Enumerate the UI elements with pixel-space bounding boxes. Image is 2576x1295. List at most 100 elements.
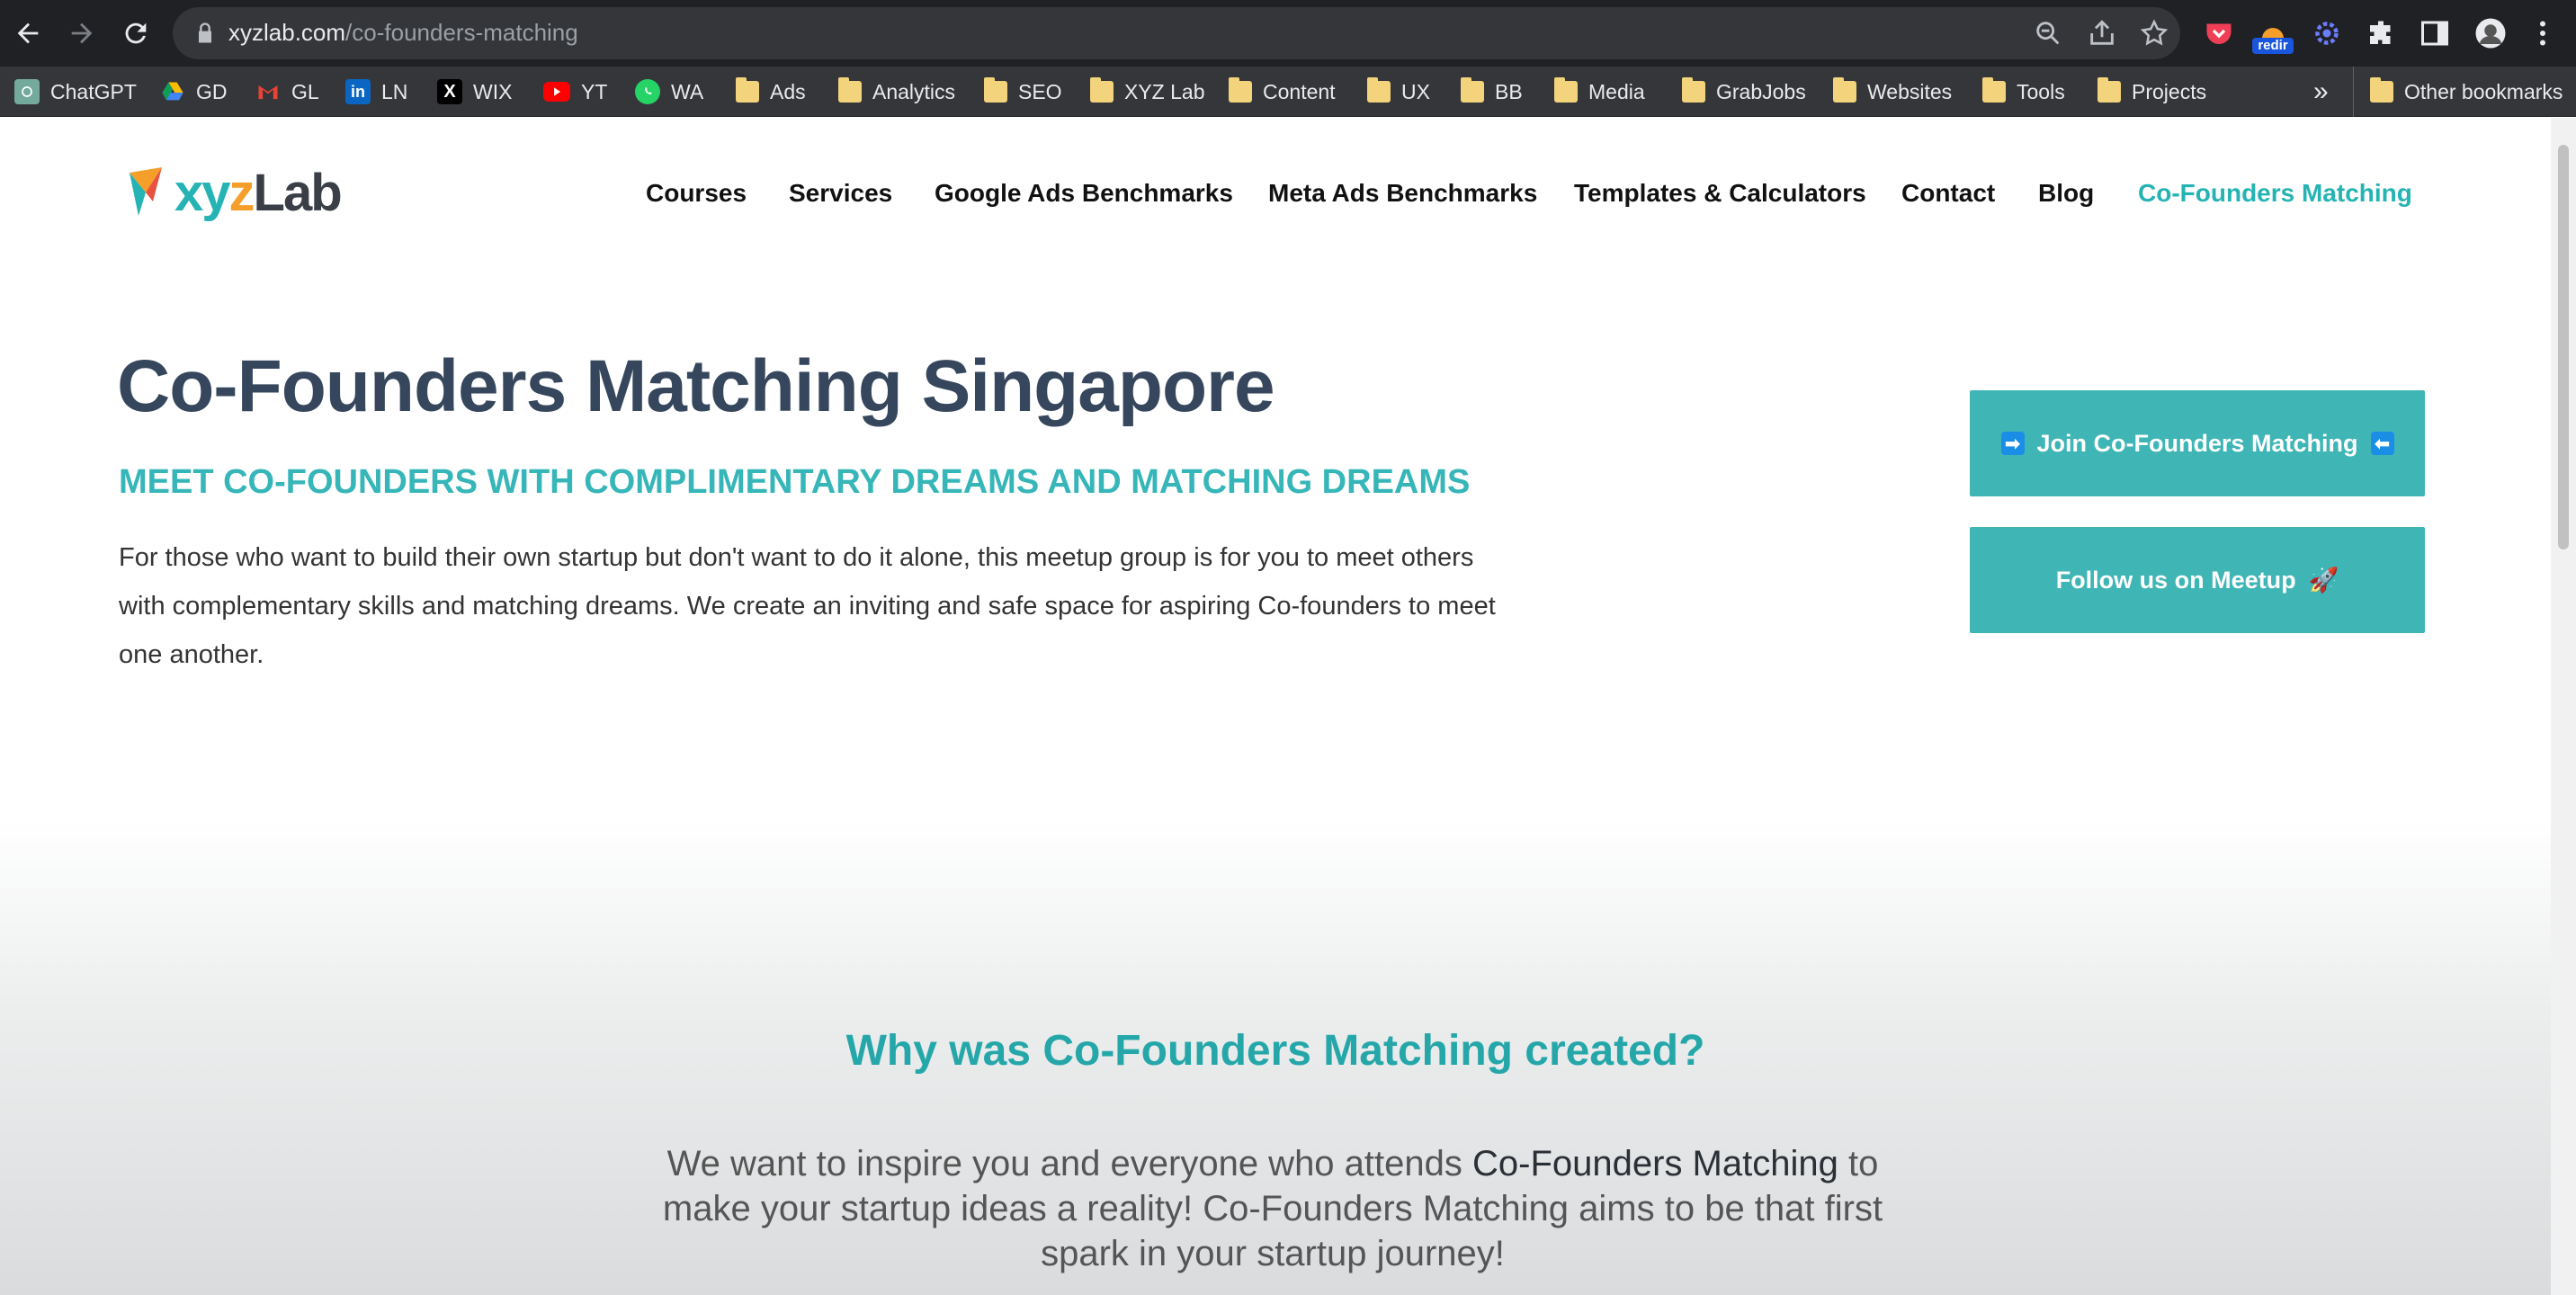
side-panel-icon (2421, 21, 2448, 46)
side-panel-button[interactable] (2414, 13, 2455, 54)
folder-icon (838, 77, 862, 103)
x-icon: X (437, 79, 462, 104)
folder-icon (1367, 77, 1391, 103)
nav-contact[interactable]: Contact (1901, 179, 1995, 208)
nav-courses[interactable]: Courses (646, 179, 747, 208)
bookmark-label: WA (671, 79, 704, 103)
nav-services[interactable]: Services (789, 179, 892, 208)
bookmark-websites[interactable]: Websites (1833, 67, 1952, 117)
menu-button[interactable] (2522, 13, 2563, 54)
bookmark-media[interactable]: Media (1554, 67, 1645, 117)
bookmark-label: GrabJobs (1716, 79, 1806, 103)
redirect-badge: redir (2252, 38, 2294, 54)
bookmark-gd[interactable]: GD (160, 67, 228, 117)
reload-button[interactable] (115, 13, 157, 54)
bookmark-star-icon[interactable] (2139, 18, 2169, 49)
bookmark-label: Ads (770, 79, 806, 103)
intro-paragraph: For those who want to build their own st… (119, 543, 1496, 669)
nav-meta-ads-benchmarks[interactable]: Meta Ads Benchmarks (1268, 179, 1537, 208)
folder-icon (1982, 77, 2006, 103)
bookmark-yt[interactable]: YT (543, 67, 607, 117)
page-title: Co-Founders Matching Singapore (117, 345, 1275, 427)
nav-templates-calculators[interactable]: Templates & Calculators (1574, 179, 1866, 208)
lock-icon (199, 22, 211, 43)
linkedin-icon: in (345, 79, 371, 104)
bookmark-projects[interactable]: Projects (2097, 67, 2206, 117)
why-text-emphasis: Co-Founders Matching (1472, 1144, 1838, 1183)
url-domain: xyzlab.com (228, 19, 346, 46)
folder-icon (1833, 77, 1856, 103)
browser-toolbar: xyzlab.com/co-founders-matching redir (0, 0, 2576, 67)
overflow-chevron-icon: » (2313, 76, 2329, 106)
pocket-icon (2206, 23, 2232, 44)
gmail-icon (255, 79, 281, 104)
youtube-icon (543, 82, 570, 102)
page-scrollbar[interactable] (2551, 118, 2576, 1295)
bookmark-label: ChatGPT (50, 79, 137, 103)
why-section-text: We want to inspire you and everyone who … (630, 1141, 1916, 1276)
bookmark-ln[interactable]: in LN (345, 67, 407, 117)
scrollbar-thumb[interactable] (2558, 145, 2569, 549)
why-text-part: We want to inspire you and everyone who … (666, 1144, 1472, 1183)
other-bookmarks[interactable]: Other bookmarks (2353, 67, 2563, 117)
bookmark-xyz-lab[interactable]: XYZ Lab (1090, 67, 1205, 117)
bookmark-gl[interactable]: GL (255, 67, 319, 117)
url-text[interactable]: xyzlab.com/co-founders-matching (228, 19, 578, 47)
folder-icon (1554, 77, 1578, 103)
rocket-icon: 🚀 (2308, 567, 2339, 594)
extensions-button[interactable] (2360, 13, 2402, 54)
page-subtitle: MEET CO-FOUNDERS WITH COMPLIMENTARY DREA… (119, 463, 1471, 501)
main-navigation: Courses Services Google Ads Benchmarks M… (0, 179, 2551, 219)
bookmark-label: WIX (473, 79, 513, 103)
cog-icon (2315, 22, 2339, 45)
forward-arrow-icon (71, 22, 93, 44)
right-arrow-icon: ➡ (2000, 432, 2025, 455)
left-arrow-icon: ⬅ (2370, 432, 2394, 455)
bookmark-label: Analytics (872, 79, 956, 103)
redirect-extension[interactable]: redir (2252, 13, 2294, 54)
bookmark-label: GD (196, 79, 228, 103)
kebab-menu-icon (2540, 21, 2545, 46)
bookmark-label: Media (1588, 79, 1645, 103)
nav-google-ads-benchmarks[interactable]: Google Ads Benchmarks (935, 179, 1233, 208)
bookmark-ads[interactable]: Ads (736, 67, 806, 117)
folder-icon (1461, 77, 1484, 103)
folder-icon (984, 77, 1007, 103)
bookmark-label: LN (381, 79, 408, 103)
nav-blog[interactable]: Blog (2038, 179, 2094, 208)
bookmark-label: UX (1401, 79, 1430, 103)
bookmark-label: Projects (2132, 79, 2207, 103)
bookmark-chatgpt[interactable]: ChatGPT (14, 67, 137, 117)
chatgpt-icon (14, 79, 40, 104)
bookmark-tools[interactable]: Tools (1982, 67, 2065, 117)
pocket-extension[interactable] (2198, 13, 2240, 54)
forward-button[interactable] (61, 13, 103, 54)
follow-meetup-button[interactable]: Follow us on Meetup 🚀 (1970, 527, 2425, 633)
bookmark-wa[interactable]: WA (635, 67, 703, 117)
bookmark-ux[interactable]: UX (1367, 67, 1430, 117)
back-arrow-icon (17, 22, 39, 44)
bookmark-label: XYZ Lab (1124, 79, 1205, 103)
nav-co-founders-matching[interactable]: Co-Founders Matching (2138, 179, 2412, 208)
bookmark-seo[interactable]: SEO (984, 67, 1062, 117)
address-bar[interactable]: xyzlab.com/co-founders-matching (173, 7, 2180, 59)
profile-button[interactable] (2470, 13, 2511, 54)
join-co-founders-button[interactable]: ➡ Join Co-Founders Matching ⬅ (1970, 390, 2425, 496)
bookmark-label: Content (1263, 79, 1336, 103)
bookmark-label: BB (1495, 79, 1523, 103)
gear-extension[interactable] (2306, 13, 2348, 54)
bookmark-analytics[interactable]: Analytics (838, 67, 955, 117)
zoom-icon[interactable] (2033, 18, 2063, 49)
back-button[interactable] (7, 13, 49, 54)
bookmark-wix[interactable]: X WIX (437, 67, 512, 117)
bookmark-content[interactable]: Content (1229, 67, 1336, 117)
share-icon[interactable] (2087, 18, 2117, 49)
bookmarks-overflow-button[interactable]: » (2313, 67, 2329, 117)
bookmark-bb[interactable]: BB (1461, 67, 1523, 117)
bookmark-label: YT (581, 79, 608, 103)
folder-icon (1682, 77, 1705, 103)
reload-icon (125, 22, 147, 44)
bookmark-label: GL (291, 79, 319, 103)
bookmarks-bar: ChatGPT GD GL in LN X WIX YT WA Ads Anal… (0, 67, 2576, 117)
bookmark-grabjobs[interactable]: GrabJobs (1682, 67, 1806, 117)
